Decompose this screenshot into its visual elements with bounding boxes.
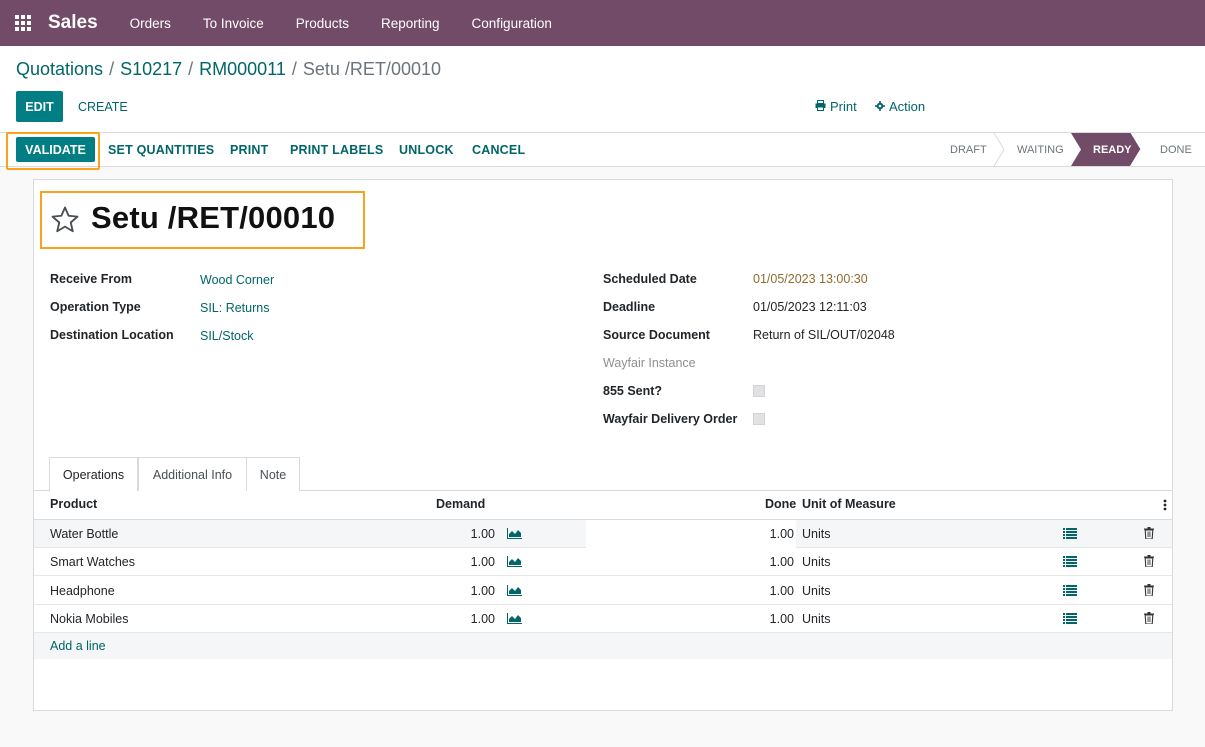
wayfair-delivery-order-checkbox[interactable] bbox=[753, 413, 765, 425]
uom-cell: Units bbox=[802, 612, 831, 626]
forecast-chart-icon[interactable] bbox=[507, 528, 522, 542]
trash-icon[interactable] bbox=[1144, 527, 1154, 542]
cancel-button[interactable]: CANCEL bbox=[472, 133, 525, 166]
print-button[interactable]: PRINT bbox=[230, 133, 269, 166]
source-document-value: Return of SIL/OUT/02048 bbox=[753, 328, 895, 342]
breadcrumb-quotations[interactable]: Quotations bbox=[16, 59, 103, 80]
deadline-label: Deadline bbox=[603, 300, 656, 314]
scheduled-date-value: 01/05/2023 13:00:30 bbox=[753, 272, 868, 286]
menu-configuration[interactable]: Configuration bbox=[456, 0, 568, 46]
set-quantities-button[interactable]: SET QUANTITIES bbox=[108, 133, 214, 166]
printer-icon bbox=[815, 99, 826, 114]
done-cell[interactable]: 1.00 bbox=[734, 527, 794, 541]
wayfair-instance-label: Wayfair Instance bbox=[603, 356, 696, 370]
tab-note[interactable]: Note bbox=[246, 457, 300, 491]
apps-grid-icon[interactable] bbox=[0, 0, 46, 46]
product-cell: Headphone bbox=[50, 584, 115, 598]
statusbar: VALIDATE SET QUANTITIES PRINT PRINT LABE… bbox=[0, 132, 1205, 167]
breadcrumb-order[interactable]: S10217 bbox=[120, 59, 182, 80]
detailed-list-icon[interactable] bbox=[1063, 556, 1077, 570]
detailed-list-icon[interactable] bbox=[1063, 585, 1077, 599]
unlock-button[interactable]: UNLOCK bbox=[399, 133, 454, 166]
trash-icon[interactable] bbox=[1144, 612, 1154, 627]
star-icon[interactable] bbox=[50, 205, 80, 238]
stage-pipeline: DRAFT WAITING READY DONE bbox=[936, 133, 1205, 166]
menu-orders[interactable]: Orders bbox=[114, 0, 187, 46]
uom-cell: Units bbox=[802, 584, 831, 598]
add-line-link[interactable]: Add a line bbox=[50, 639, 106, 653]
receive-from-value[interactable]: Wood Corner bbox=[200, 273, 274, 287]
source-document-label: Source Document bbox=[603, 328, 710, 342]
stage-done[interactable]: DONE bbox=[1160, 133, 1192, 166]
wayfair-delivery-order-label: Wayfair Delivery Order bbox=[603, 412, 738, 426]
kebab-icon[interactable] bbox=[1163, 499, 1167, 514]
action-dropdown[interactable]: Action bbox=[875, 91, 925, 122]
demand-cell: 1.00 bbox=[470, 527, 495, 541]
table-row[interactable]: Nokia Mobiles 1.00 1.00 Units bbox=[34, 605, 1172, 633]
column-header-done[interactable]: Done bbox=[765, 497, 796, 511]
tab-operations[interactable]: Operations bbox=[49, 457, 138, 492]
edit-button[interactable]: EDIT bbox=[16, 91, 63, 122]
uom-cell: Units bbox=[802, 555, 831, 569]
breadcrumb-return[interactable]: RM000011 bbox=[199, 59, 286, 80]
sent-855-label: 855 Sent? bbox=[603, 384, 663, 398]
breadcrumb: Quotations / S10217 / RM000011 / Setu /R… bbox=[16, 59, 441, 80]
add-line-row: Add a line bbox=[34, 633, 1172, 659]
receive-from-label: Receive From bbox=[50, 272, 132, 286]
product-cell: Nokia Mobiles bbox=[50, 612, 129, 626]
gear-icon bbox=[875, 99, 885, 114]
print-label: Print bbox=[830, 99, 857, 114]
breadcrumb-separator: / bbox=[291, 59, 297, 79]
table-row[interactable]: Smart Watches 1.00 1.00 Units bbox=[34, 548, 1172, 576]
action-label: Action bbox=[889, 99, 926, 114]
forecast-chart-icon[interactable] bbox=[507, 613, 522, 627]
demand-cell: 1.00 bbox=[470, 555, 495, 569]
column-header-product[interactable]: Product bbox=[50, 497, 97, 511]
table-row[interactable]: Headphone 1.00 1.00 Units bbox=[34, 577, 1172, 605]
menu-reporting[interactable]: Reporting bbox=[365, 0, 456, 46]
done-cell[interactable]: 1.00 bbox=[734, 584, 794, 598]
top-navbar: Sales Orders To Invoice Products Reporti… bbox=[0, 0, 1205, 46]
done-cell[interactable]: 1.00 bbox=[734, 555, 794, 569]
table-row[interactable]: Water Bottle 1.00 1.00 Units bbox=[34, 520, 1172, 548]
menu-to-invoice[interactable]: To Invoice bbox=[187, 0, 280, 46]
print-labels-button[interactable]: PRINT LABELS bbox=[290, 133, 383, 166]
forecast-chart-icon[interactable] bbox=[507, 585, 522, 599]
done-cell[interactable]: 1.00 bbox=[734, 612, 794, 626]
destination-location-label: Destination Location bbox=[50, 328, 174, 342]
detailed-list-icon[interactable] bbox=[1063, 528, 1077, 542]
sent-855-checkbox[interactable] bbox=[753, 385, 765, 397]
scheduled-date-label: Scheduled Date bbox=[603, 272, 697, 286]
deadline-value: 01/05/2023 12:11:03 bbox=[753, 300, 867, 314]
detailed-list-icon[interactable] bbox=[1063, 613, 1077, 627]
control-panel: Quotations / S10217 / RM000011 / Setu /R… bbox=[0, 46, 1205, 132]
print-dropdown[interactable]: Print bbox=[815, 91, 857, 122]
operation-type-label: Operation Type bbox=[50, 300, 141, 314]
trash-icon[interactable] bbox=[1144, 555, 1154, 570]
forecast-chart-icon[interactable] bbox=[507, 556, 522, 570]
product-cell: Smart Watches bbox=[50, 555, 135, 569]
create-button[interactable]: CREATE bbox=[78, 91, 128, 122]
breadcrumb-separator: / bbox=[109, 59, 115, 79]
app-name[interactable]: Sales bbox=[48, 12, 98, 34]
breadcrumb-separator: / bbox=[188, 59, 194, 79]
stage-waiting[interactable]: WAITING bbox=[1017, 133, 1064, 166]
tab-additional-info[interactable]: Additional Info bbox=[138, 457, 247, 491]
demand-cell: 1.00 bbox=[470, 584, 495, 598]
operation-type-value[interactable]: SIL: Returns bbox=[200, 301, 269, 315]
trash-icon[interactable] bbox=[1144, 584, 1154, 599]
uom-cell: Units bbox=[802, 527, 831, 541]
destination-location-value[interactable]: SIL/Stock bbox=[200, 329, 254, 343]
product-cell: Water Bottle bbox=[50, 527, 119, 541]
record-title: Setu /RET/00010 bbox=[91, 200, 336, 235]
column-header-demand[interactable]: Demand bbox=[436, 497, 485, 511]
breadcrumb-current: Setu /RET/00010 bbox=[302, 59, 441, 79]
stage-draft[interactable]: DRAFT bbox=[950, 133, 987, 166]
column-header-unit-of-measure[interactable]: Unit of Measure bbox=[802, 497, 896, 511]
stage-ready[interactable]: READY bbox=[1093, 133, 1132, 166]
validate-highlight-box bbox=[6, 132, 100, 170]
menu-products[interactable]: Products bbox=[280, 0, 365, 46]
demand-cell: 1.00 bbox=[470, 612, 495, 626]
